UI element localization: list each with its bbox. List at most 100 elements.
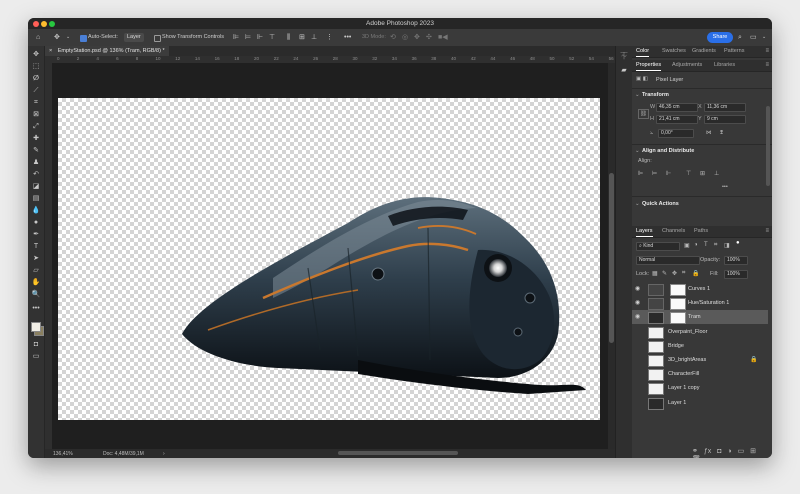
width-field[interactable]: 46,35 cm (656, 103, 698, 112)
show-transform-checkbox[interactable] (154, 35, 161, 42)
eraser-tool-icon[interactable]: ◪ (31, 182, 41, 192)
visibility-eye-icon[interactable]: ◉ (635, 285, 640, 292)
more-align-options[interactable]: ••• (722, 184, 728, 190)
tab-properties[interactable]: Properties (636, 60, 662, 71)
zoom-tool-icon[interactable]: 🔍 (31, 290, 41, 300)
align-collapse-icon[interactable]: ⌄ (635, 148, 640, 154)
align-top-edges-icon[interactable]: ⊤ (686, 170, 691, 177)
history-panel-icon[interactable]: ⏇ (619, 52, 629, 62)
layers-panel-menu-icon[interactable]: ≡ (765, 226, 769, 237)
layer-row[interactable]: ◉ Hue/Saturation 1 (632, 296, 768, 311)
document-canvas[interactable] (58, 98, 600, 420)
foreground-color-swatch[interactable] (31, 322, 41, 332)
marquee-tool-icon[interactable]: ⬚ (31, 62, 41, 72)
tab-swatches[interactable]: Swatches (662, 46, 686, 57)
align-horizontal-centers-icon[interactable]: ⊨ (652, 170, 657, 177)
visibility-eye-icon[interactable]: ◉ (635, 313, 640, 320)
lock-all-icon[interactable]: 🔒 (692, 270, 699, 277)
history-brush-tool-icon[interactable]: ↶ (31, 170, 41, 180)
blur-tool-icon[interactable]: 💧 (31, 206, 41, 216)
layer-row[interactable]: Layer 1 copy (632, 381, 768, 396)
crop-tool-icon[interactable]: ⌗ (31, 98, 41, 108)
lock-position-icon[interactable]: ✥ (672, 270, 677, 277)
vertical-scroll-thumb[interactable] (609, 173, 614, 343)
3d-camera-icon[interactable]: ■◀ (438, 33, 448, 42)
align-right-edges-icon[interactable]: ⊩ (666, 170, 671, 177)
align-top-icon[interactable]: ⊤ (269, 33, 275, 42)
tab-paths[interactable]: Paths (694, 226, 708, 237)
tab-adjustments[interactable]: Adjustments (672, 60, 702, 71)
filter-toggle-icon[interactable]: ● (736, 240, 740, 246)
height-field[interactable]: 21,41 cm (656, 115, 698, 124)
layer-row[interactable]: Overpaint_Floor (632, 325, 768, 339)
brush-tool-icon[interactable]: ✎ (31, 146, 41, 156)
vertical-scrollbar[interactable] (608, 63, 615, 449)
tab-libraries[interactable]: Libraries (714, 60, 735, 71)
screen-mode-icon[interactable]: ▭ (31, 352, 41, 362)
link-layers-icon[interactable]: ⚭ (692, 447, 698, 455)
tab-channels[interactable]: Channels (662, 226, 685, 237)
lock-transparent-icon[interactable]: ▦ (652, 270, 658, 277)
home-icon[interactable]: ⌂ (36, 33, 40, 42)
tab-layers[interactable]: Layers (636, 226, 653, 237)
layer-thumbnail[interactable] (648, 397, 664, 410)
tab-color[interactable]: Color (636, 46, 650, 57)
move-tool-icon[interactable]: ✥ (31, 50, 41, 60)
filter-adjustment-icon[interactable]: ◑ (694, 242, 698, 248)
horizontal-scroll-thumb[interactable] (338, 451, 458, 455)
layer-thumbnail[interactable] (648, 355, 664, 367)
layer-filter-dropdown[interactable]: ⌕ Kind (636, 242, 680, 251)
3d-pan-icon[interactable]: ✥ (414, 33, 420, 42)
align-left-edges-icon[interactable]: ⊫ (638, 170, 643, 177)
workspace-chevron-icon[interactable]: ⌄ (762, 33, 766, 42)
y-position-field[interactable]: 9 cm (704, 115, 746, 124)
filter-smart-object-icon[interactable]: ◨ (724, 242, 730, 249)
delete-layer-icon[interactable]: 🗑 (692, 455, 701, 458)
layer-thumbnail[interactable] (648, 312, 664, 325)
align-vertical-centers-icon[interactable]: ⊞ (700, 170, 705, 177)
link-dimensions-icon[interactable]: ⛓ (638, 109, 649, 119)
properties-panel-menu-icon[interactable]: ≡ (765, 60, 769, 71)
layer-thumbnail[interactable] (648, 383, 664, 396)
chevron-down-icon[interactable]: ⌄ (66, 33, 70, 42)
tab-patterns[interactable]: Patterns (724, 46, 744, 57)
hand-tool-icon[interactable]: ✋ (31, 278, 41, 288)
search-icon[interactable]: ⌕ (738, 33, 742, 42)
angle-field[interactable]: 0,00° (658, 129, 694, 138)
align-bottom-edges-icon[interactable]: ⊥ (714, 170, 719, 177)
layer-thumbnail[interactable] (648, 284, 664, 296)
type-tool-icon[interactable]: T (31, 242, 41, 252)
color-panel-menu-icon[interactable]: ≡ (765, 46, 769, 57)
3d-orbit-icon[interactable]: ⟲ (390, 33, 396, 42)
pasteboard[interactable] (52, 63, 608, 449)
share-button[interactable]: Share (707, 32, 733, 43)
auto-select-target-dropdown[interactable]: Layer (124, 33, 144, 42)
align-left-icon[interactable]: ⊫ (233, 33, 239, 42)
edit-toolbar-icon[interactable]: ••• (31, 304, 41, 314)
flip-vertical-icon[interactable]: ⩨ (720, 130, 723, 137)
tab-gradients[interactable]: Gradients (692, 46, 716, 57)
layer-thumbnail[interactable] (648, 298, 664, 311)
layer-thumbnail[interactable] (648, 340, 664, 353)
flip-horizontal-icon[interactable]: ⋈ (706, 130, 712, 136)
layer-thumbnail[interactable] (648, 369, 664, 382)
3d-roll-icon[interactable]: ◎ (402, 33, 408, 42)
layer-row[interactable]: Bridge (632, 339, 768, 353)
stamp-tool-icon[interactable]: ♟ (31, 158, 41, 168)
new-group-icon[interactable]: ▭ (738, 447, 745, 455)
layer-row[interactable]: 3D_brightAreas 🔒 (632, 353, 768, 367)
visibility-eye-icon[interactable]: ◉ (635, 299, 640, 306)
quick-select-tool-icon[interactable]: ⟋ (31, 86, 41, 96)
new-layer-icon[interactable]: ⊞ (750, 447, 756, 455)
align-bottom-icon[interactable]: ⊥ (311, 33, 317, 42)
quick-mask-icon[interactable]: ◘ (31, 340, 41, 350)
auto-select-checkbox[interactable] (80, 35, 87, 42)
align-center-icon[interactable]: ⊨ (245, 33, 251, 42)
layer-mask-thumbnail[interactable] (670, 284, 686, 296)
layer-style-icon[interactable]: ƒx (704, 448, 711, 455)
layer-row[interactable]: CharacterFill (632, 367, 768, 382)
layer-thumbnail[interactable] (648, 326, 664, 339)
align-middle-icon[interactable]: ⊞ (299, 33, 305, 42)
lasso-tool-icon[interactable]: ⵁ (31, 74, 41, 84)
layer-row[interactable]: Layer 1 (632, 396, 768, 410)
